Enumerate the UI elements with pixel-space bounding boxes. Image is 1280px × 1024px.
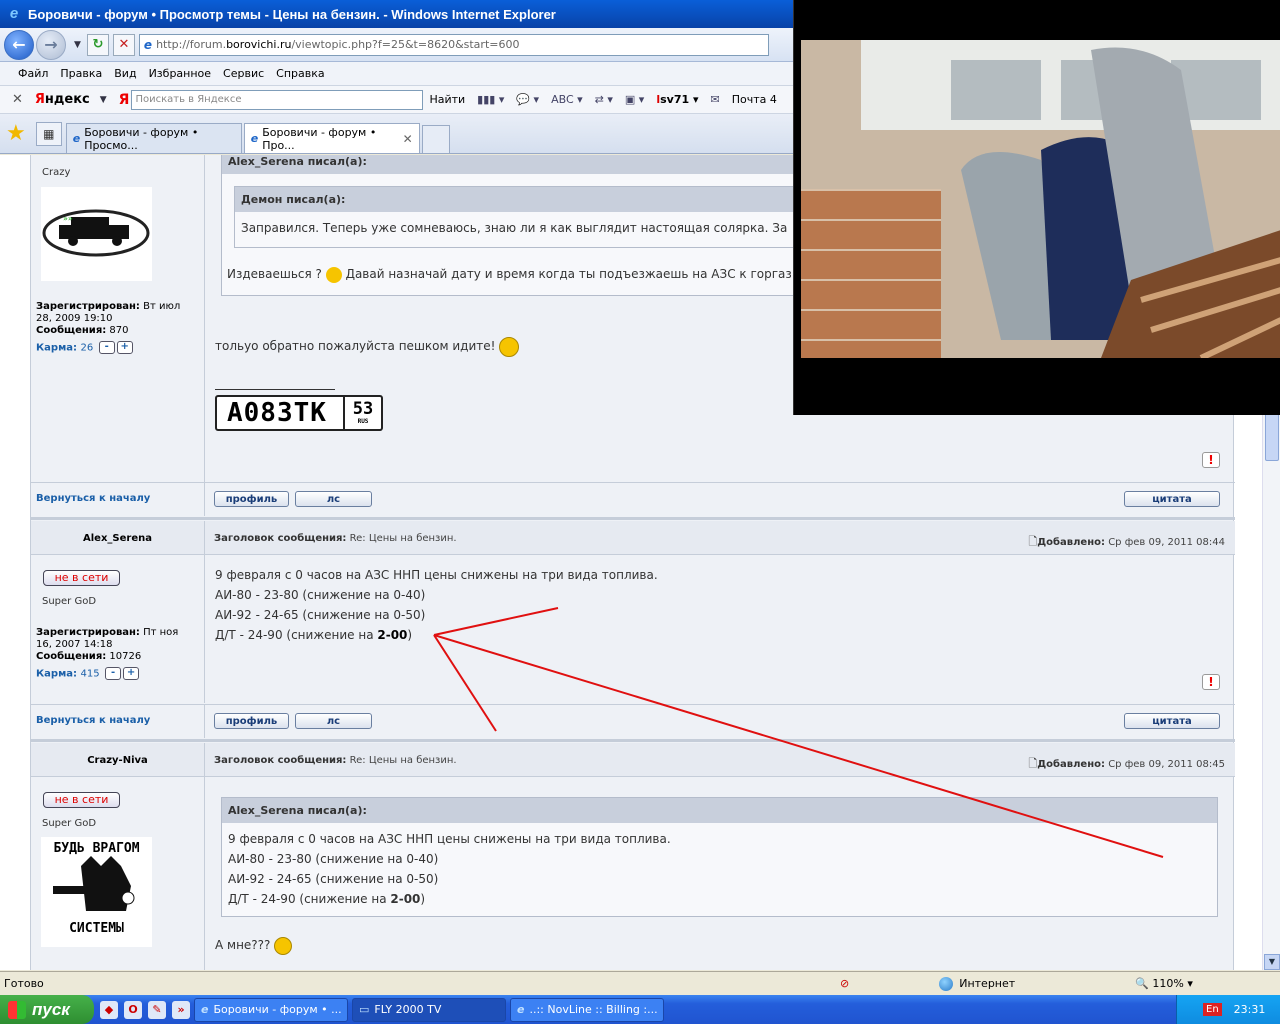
- quicklaunch-misc-icon[interactable]: ✎: [148, 1000, 166, 1019]
- status-text: Готово: [4, 977, 44, 990]
- bookmark-icon[interactable]: ▣ ▾: [625, 93, 644, 106]
- close-toolbar-icon[interactable]: ✕: [12, 92, 23, 107]
- tv-app-icon: ▭: [359, 1003, 370, 1016]
- address-bar[interactable]: e http://forum. borovichi.ru/viewtopic.ph…: [138, 33, 769, 56]
- menu-edit[interactable]: Правка: [60, 67, 102, 80]
- windows-logo-icon: [8, 1000, 26, 1019]
- mail-button[interactable]: Почта 4: [732, 93, 777, 106]
- mail-icon[interactable]: ✉: [711, 93, 720, 106]
- address-domain: borovichi.ru: [226, 38, 292, 51]
- chat-icon[interactable]: 💬 ▾: [516, 93, 539, 106]
- menu-favorites[interactable]: Избранное: [149, 67, 211, 80]
- new-tab-button[interactable]: [421, 125, 450, 153]
- yandex-search-icon: Я: [118, 91, 130, 108]
- tab-2-label: Боровичи - форум • Про...: [262, 125, 377, 152]
- status-bar: Готово ⊘ Интернет 🔍 110% ▾: [0, 971, 1280, 995]
- menu-view[interactable]: Вид: [114, 67, 136, 80]
- quicklaunch-media-icon[interactable]: »: [172, 1000, 190, 1019]
- task-forum[interactable]: e Боровичи - форум • ...: [194, 997, 348, 1022]
- translate-icon[interactable]: ⇄ ▾: [595, 93, 613, 106]
- popup-blocker-icon[interactable]: ⊘: [840, 977, 849, 990]
- signal-icon[interactable]: ▮▮▮ ▾: [477, 93, 504, 106]
- ie-icon: e: [201, 1003, 209, 1016]
- tab-2[interactable]: e Боровичи - форум • Про... ✕: [243, 123, 420, 153]
- window-title: Боровичи - форум • Просмотр темы - Цены …: [28, 6, 556, 22]
- tab-1-label: Боровичи - форум • Просмо...: [84, 125, 199, 152]
- video-frame: [801, 40, 1280, 358]
- scrollbar-thumb[interactable]: [1265, 413, 1279, 461]
- security-zone[interactable]: Интернет: [939, 976, 1015, 991]
- history-dropdown-icon[interactable]: ▼: [74, 40, 81, 50]
- refresh-button[interactable]: ↻: [86, 33, 109, 56]
- ie-icon: e: [517, 1003, 525, 1016]
- start-button[interactable]: пуск: [0, 995, 94, 1024]
- task-novline[interactable]: e..:: NovLine :: Billing :...: [510, 997, 664, 1022]
- windows-taskbar: пуск ◆ O ✎ » e Боровичи - форум • ... ▭ FL…: [0, 995, 1280, 1024]
- task-fly-tv[interactable]: ▭ FLY 2000 TV: [352, 997, 506, 1022]
- quicklaunch-opera-icon[interactable]: O: [124, 1000, 142, 1019]
- globe-icon: [939, 976, 954, 991]
- back-button[interactable]: ←: [4, 29, 34, 60]
- menu-tools[interactable]: Сервис: [223, 67, 264, 80]
- address-path: /viewtopic.php?f=25&t=8620&start=600: [291, 38, 520, 51]
- ie-icon: e: [72, 132, 81, 145]
- ie-icon: e: [250, 132, 259, 145]
- scroll-down-icon[interactable]: ▼: [1264, 954, 1280, 970]
- language-indicator[interactable]: En: [1203, 1003, 1222, 1016]
- zoom-level[interactable]: 🔍 110% ▾: [1135, 977, 1193, 990]
- yandex-find-button[interactable]: Найти: [429, 93, 465, 106]
- clock: 23:31: [1233, 1003, 1266, 1016]
- yandex-logo[interactable]: Яндекс: [35, 92, 90, 107]
- ie-icon: e: [9, 5, 19, 22]
- spellcheck-icon[interactable]: ABC ▾: [551, 93, 583, 106]
- menu-file[interactable]: Файл: [18, 67, 48, 80]
- menu-help[interactable]: Справка: [276, 67, 324, 80]
- yandex-search-input[interactable]: Поискать в Яндексе: [131, 89, 424, 110]
- user-account[interactable]: lsv71 ▾: [656, 93, 698, 106]
- tv-video-window[interactable]: [793, 0, 1280, 415]
- tab-1[interactable]: e Боровичи - форум • Просмо...: [65, 123, 242, 153]
- stop-button[interactable]: ✕: [112, 33, 135, 56]
- system-tray: En 23:31: [1176, 995, 1280, 1024]
- yandex-menu-dropdown-icon[interactable]: ▼: [100, 95, 107, 105]
- favorites-star-icon[interactable]: ★: [6, 121, 26, 146]
- forward-button[interactable]: →: [36, 29, 66, 60]
- quicklaunch-app-icon[interactable]: ◆: [100, 1000, 118, 1019]
- quick-tabs-button[interactable]: ▦: [35, 121, 62, 146]
- page-icon: e: [143, 37, 153, 52]
- address-prefix: http://forum.: [156, 38, 227, 51]
- close-tab-icon[interactable]: ✕: [403, 132, 413, 146]
